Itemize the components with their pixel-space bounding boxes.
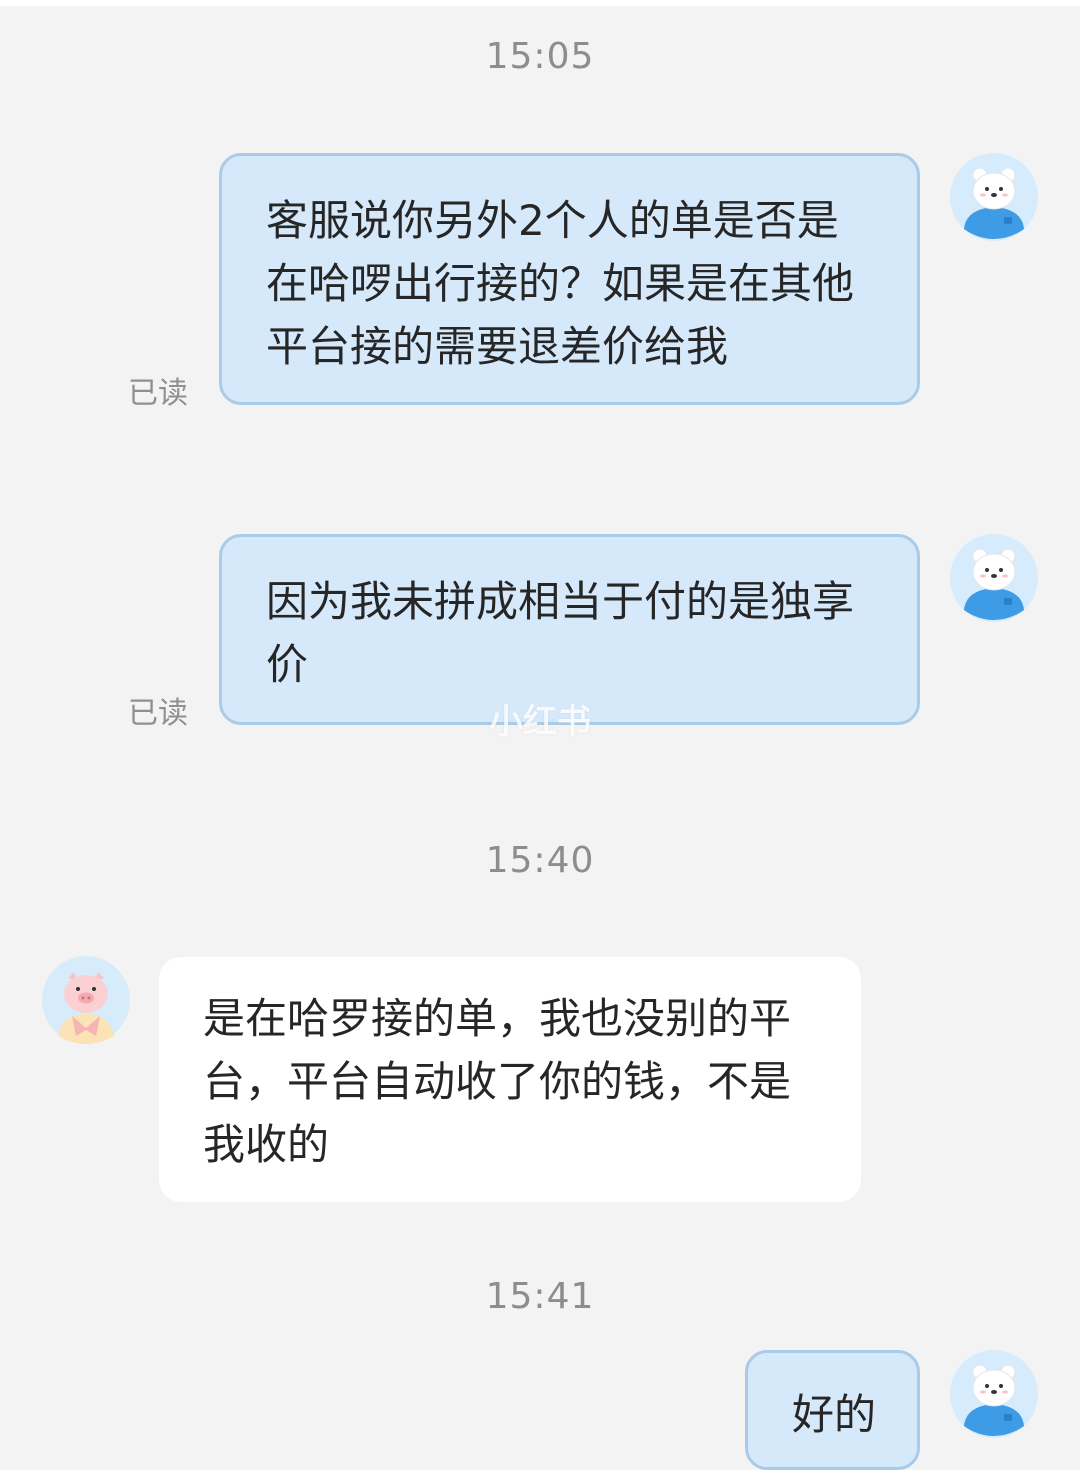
timestamp: 15:05	[485, 36, 595, 77]
read-receipt: 已读	[128, 376, 188, 411]
timestamp: 15:41	[485, 1276, 595, 1317]
top-edge	[0, 0, 1080, 6]
received-message-bubble[interactable]: 是在哈罗接的单，我也没别的平台，平台自动收了你的钱，不是我收的	[159, 957, 861, 1202]
sent-message-bubble[interactable]: 因为我未拼成相当于付的是独享价	[219, 534, 920, 725]
timestamp: 15:40	[485, 840, 595, 881]
sent-message-bubble[interactable]: 客服说你另外2个人的单是否是在哈啰出行接的？如果是在其他平台接的需要退差价给我	[219, 153, 920, 405]
read-receipt: 已读	[128, 696, 188, 731]
sent-message-bubble[interactable]: 好的	[745, 1350, 920, 1470]
polar-bear-avatar-icon[interactable]	[950, 534, 1038, 622]
pig-avatar-icon[interactable]	[42, 956, 130, 1044]
polar-bear-avatar-icon[interactable]	[950, 1350, 1038, 1438]
polar-bear-avatar-icon[interactable]	[950, 153, 1038, 241]
